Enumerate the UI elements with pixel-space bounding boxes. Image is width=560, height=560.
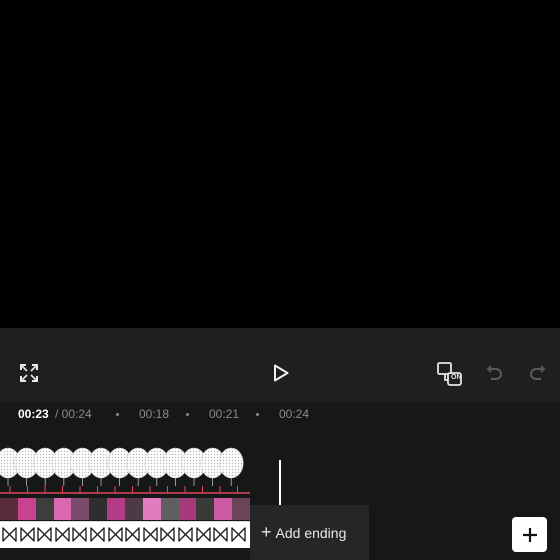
- compare-on-badge: ON: [451, 374, 462, 381]
- ruler-dot: [256, 413, 259, 416]
- transition-icon[interactable]: [19, 527, 35, 542]
- transition-icon[interactable]: [37, 527, 52, 542]
- playback-controls: ON: [0, 328, 560, 402]
- transition-icon[interactable]: [195, 527, 211, 542]
- transition-icon[interactable]: [125, 527, 140, 542]
- transition-icon[interactable]: [90, 527, 105, 542]
- frame-thumbnail: [71, 498, 90, 520]
- balloon-thumbnail: [218, 447, 244, 479]
- frame-thumbnail: [0, 498, 18, 520]
- compare-icon: [437, 362, 462, 386]
- frame-thumbnail: [89, 498, 108, 520]
- add-ending-label: Add ending: [275, 524, 347, 541]
- frame-thumbnail: [196, 498, 215, 520]
- ruler-dot: [186, 413, 189, 416]
- current-time: 00:23: [18, 407, 49, 421]
- frame-thumbnail: [178, 498, 197, 520]
- play-button[interactable]: [268, 360, 294, 386]
- ruler-tick: 00:24: [279, 407, 310, 421]
- transition-icon[interactable]: [2, 527, 17, 542]
- time-ruler: 00:23 / 00:24 00:18 00:21 00:24: [0, 402, 560, 424]
- frame-thumbnail: [53, 498, 72, 520]
- expand-icon: [20, 364, 38, 382]
- fullscreen-button[interactable]: [17, 361, 41, 385]
- plus-icon: +: [261, 522, 272, 542]
- transition-icon[interactable]: [143, 527, 158, 542]
- video-clip-frames[interactable]: [0, 498, 251, 520]
- frame-thumbnail: [125, 498, 143, 520]
- transition-icon[interactable]: [107, 527, 123, 542]
- transition-icon[interactable]: [231, 527, 246, 542]
- redo-button[interactable]: [525, 361, 549, 385]
- ruler-dot: [116, 413, 119, 416]
- balloon-overlay-track[interactable]: [0, 444, 250, 496]
- frame-thumbnail: [160, 498, 179, 520]
- plus-icon: [522, 527, 537, 542]
- ruler-tick: 00:21: [209, 407, 240, 421]
- transition-icon[interactable]: [55, 527, 70, 542]
- total-time: / 00:24: [55, 407, 92, 421]
- redo-icon: [530, 365, 546, 380]
- add-ending-button[interactable]: + Add ending: [250, 505, 369, 560]
- transition-icon[interactable]: [178, 527, 193, 542]
- transition-icon[interactable]: [213, 527, 228, 542]
- transition-icon[interactable]: [72, 527, 88, 542]
- undo-icon: [486, 365, 502, 380]
- transition-icon[interactable]: [160, 527, 176, 542]
- frame-thumbnail: [35, 498, 54, 520]
- compare-button[interactable]: ON: [435, 358, 465, 388]
- video-preview[interactable]: [0, 0, 560, 328]
- frame-thumbnail: [214, 498, 233, 520]
- frame-thumbnail: [232, 498, 251, 520]
- frame-thumbnail: [17, 498, 36, 520]
- frame-thumbnail: [107, 498, 126, 520]
- ruler-tick: 00:18: [139, 407, 170, 421]
- clip-transition-track[interactable]: [0, 521, 250, 548]
- undo-button[interactable]: [483, 361, 507, 385]
- play-icon: [274, 364, 289, 382]
- frame-thumbnail: [142, 498, 161, 520]
- add-track-button[interactable]: [512, 517, 547, 552]
